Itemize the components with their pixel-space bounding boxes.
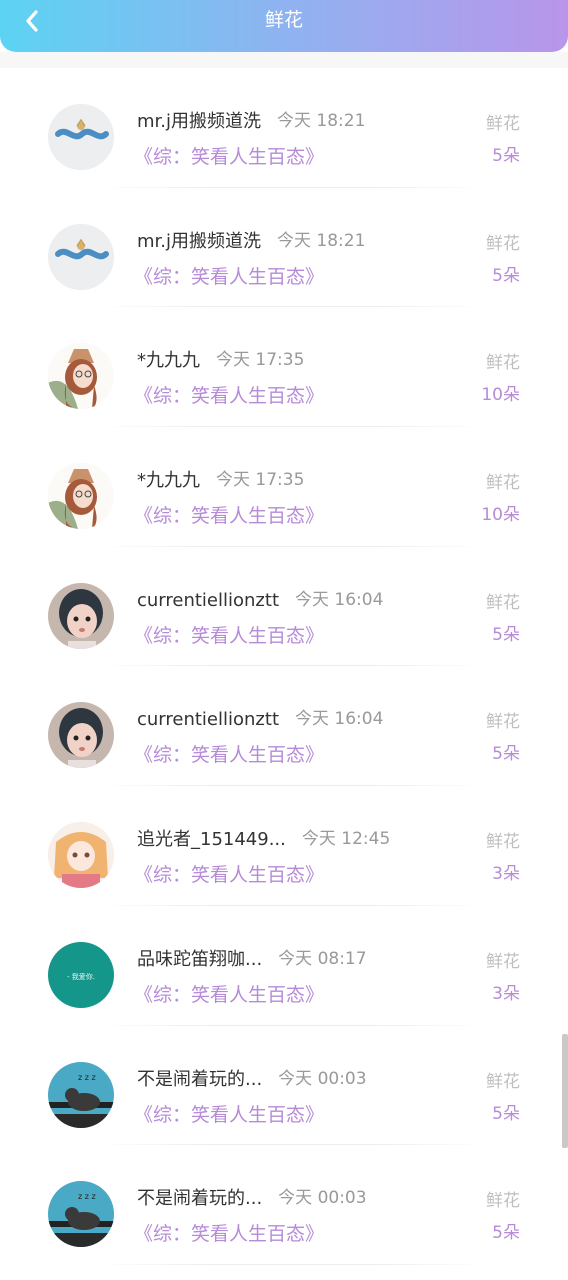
bracelet-avatar[interactable] [48,104,114,170]
child-photo-avatar[interactable] [48,702,114,769]
gift-count: 5朵 [492,1223,520,1244]
top-bar: 鲜花 [0,0,568,52]
flower-gift-list: mr.j用搬频道洗 今天 18:21 《综：笑看人生百态》 鲜花 5朵 mr.j… [0,68,568,1265]
user-name: *九九九 [137,350,200,372]
list-item[interactable]: - 我爱你. 品味跎笛翔咖... 今天 08:17 《综：笑看人生百态》 鲜花 … [0,906,568,1026]
gift-label: 鲜花 [486,1191,520,1212]
user-name: currentiellionztt [137,709,279,731]
gift-count: 5朵 [492,1103,520,1124]
list-item[interactable]: *九九九 今天 17:35 《综：笑看人生百态》 鲜花 10朵 [0,427,568,547]
list-item[interactable]: mr.j用搬频道洗 今天 18:21 《综：笑看人生百态》 鲜花 5朵 [0,68,568,188]
gift-count: 10朵 [481,385,520,406]
gift-count: 5朵 [492,265,520,286]
work-title[interactable]: 《综：笑看人生百态》 [134,982,324,1008]
divider [96,1263,488,1265]
gift-label: 鲜花 [486,353,520,374]
sleeping-bird-avatar[interactable]: z z z [48,1061,114,1128]
timestamp: 今天 00:03 [278,1068,367,1089]
work-title[interactable]: 《综：笑看人生百态》 [134,742,324,768]
list-item[interactable]: 追光者_151449... 今天 12:45 《综：笑看人生百态》 鲜花 3朵 [0,786,568,906]
gift-label: 鲜花 [486,951,520,972]
timestamp: 今天 00:03 [278,1188,367,1209]
gift-count: 10朵 [481,505,520,526]
list-item[interactable]: *九九九 今天 17:35 《综：笑看人生百态》 鲜花 10朵 [0,307,568,428]
header-spacer [0,52,568,68]
gift-label: 鲜花 [486,1071,520,1092]
work-title[interactable]: 《综：笑看人生百态》 [134,503,324,529]
girl-hat-avatar[interactable] [48,343,114,410]
work-title[interactable]: 《综：笑看人生百态》 [134,623,324,649]
teal-text-avatar[interactable]: - 我爱你. [48,941,114,1008]
gift-label: 鲜花 [486,592,520,613]
gift-count: 5朵 [492,624,520,645]
list-item[interactable]: currentiellionztt 今天 16:04 《综：笑看人生百态》 鲜花… [0,547,568,667]
user-name: 品味跎笛翔咖... [137,948,263,970]
list-item[interactable]: mr.j用搬频道洗 今天 18:21 《综：笑看人生百态》 鲜花 5朵 [0,188,568,308]
girl-hat-avatar[interactable] [48,463,114,530]
user-name: currentiellionztt [137,589,279,611]
svg-text:z z z: z z z [78,1192,96,1201]
user-name: mr.j用搬频道洗 [137,230,262,252]
gift-label: 鲜花 [486,712,520,733]
work-title[interactable]: 《综：笑看人生百态》 [134,862,324,888]
work-title[interactable]: 《综：笑看人生百态》 [134,1102,324,1128]
sleeping-bird-avatar[interactable]: z z z [48,1181,114,1248]
svg-text:- 我爱你.: - 我爱你. [67,972,95,981]
timestamp: 今天 17:35 [216,470,305,491]
gift-count: 5朵 [492,744,520,765]
svg-text:z z z: z z z [78,1073,96,1082]
list-item[interactable]: z z z 不是闹着玩的... 今天 00:03 《综：笑看人生百态》 鲜花 5… [0,1145,568,1265]
user-name: mr.j用搬频道洗 [137,111,262,132]
gift-count: 3朵 [492,983,520,1004]
list-item[interactable]: currentiellionztt 今天 16:04 《综：笑看人生百态》 鲜花… [0,666,568,787]
user-name: 追光者_151449... [137,829,286,851]
work-title[interactable]: 《综：笑看人生百态》 [134,264,324,290]
work-title[interactable]: 《综：笑看人生百态》 [134,383,324,409]
timestamp: 今天 18:21 [277,230,366,251]
user-name: *九九九 [137,470,200,492]
timestamp: 今天 18:21 [277,111,366,131]
timestamp: 今天 17:35 [216,350,305,371]
gift-label: 鲜花 [486,233,520,254]
gift-label: 鲜花 [486,473,520,494]
gift-label: 鲜花 [486,114,520,134]
page-title: 鲜花 [264,9,303,31]
gift-count: 3朵 [492,864,520,885]
anime-girl-avatar[interactable] [48,822,114,889]
scrollbar[interactable] [562,1034,568,1148]
timestamp: 今天 16:04 [295,589,384,610]
gift-count: 5朵 [492,146,520,166]
work-title[interactable]: 《综：笑看人生百态》 [134,1221,324,1247]
user-name: 不是闹着玩的... [137,1188,263,1210]
gift-label: 鲜花 [486,832,520,853]
child-photo-avatar[interactable] [48,582,114,649]
timestamp: 今天 08:17 [278,948,367,969]
work-title[interactable]: 《综：笑看人生百态》 [134,144,324,170]
timestamp: 今天 16:04 [295,709,384,730]
list-item[interactable]: z z z 不是闹着玩的... 今天 00:03 《综：笑看人生百态》 鲜花 5… [0,1026,568,1146]
bracelet-avatar[interactable] [48,223,114,290]
user-name: 不是闹着玩的... [137,1068,263,1090]
timestamp: 今天 12:45 [301,829,391,850]
